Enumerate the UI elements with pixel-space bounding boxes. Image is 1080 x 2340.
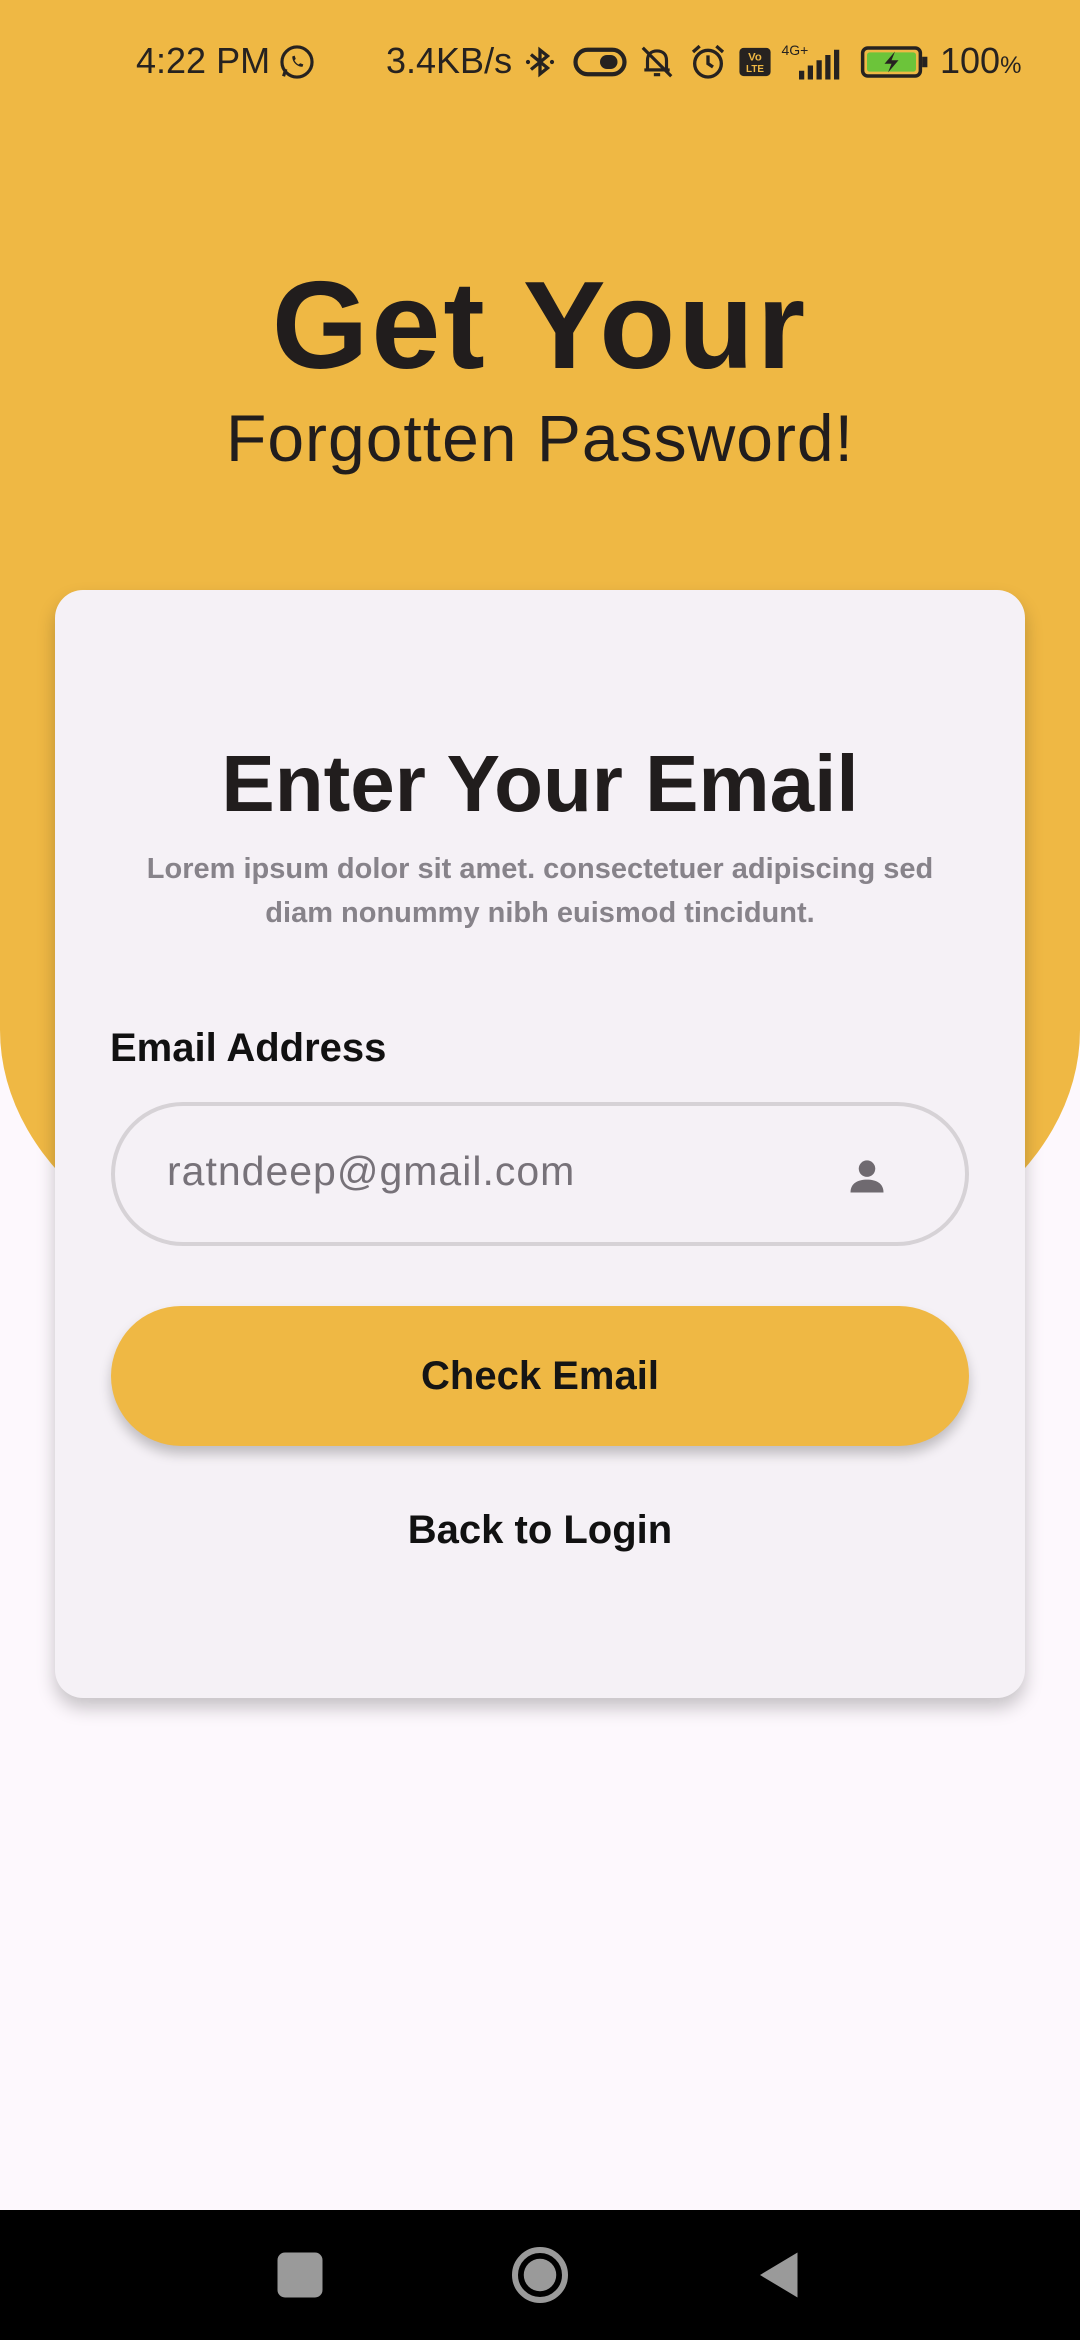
toggle-icon [573, 47, 627, 77]
whatsapp-icon [280, 45, 314, 79]
hero-title: Get Your [271, 257, 809, 395]
status-time: 4:22 PM [136, 40, 271, 81]
back-to-login-link[interactable]: Back to Login [55, 1508, 1025, 1553]
check-email-button[interactable]: Check Email [111, 1306, 969, 1446]
email-value[interactable]: ratndeep@gmail.com [167, 1148, 575, 1195]
network-speed: 3.4KB/s [386, 40, 513, 81]
recents-button[interactable] [270, 2245, 330, 2305]
signal-4g-icon: 4G+ [782, 42, 840, 80]
email-card: Enter Your Email Lorem ipsum dolor sit a… [55, 590, 1025, 1698]
status-bar: 4:22 PM 3.4KB/s Vo LTE 4G+ 100% [0, 0, 1080, 124]
svg-text:Vo: Vo [748, 52, 762, 64]
hero-subtitle: Forgotten Password! [226, 401, 854, 475]
email-label: Email Address [110, 1026, 387, 1070]
bluetooth-icon [525, 46, 555, 78]
volte-icon: Vo LTE [739, 47, 771, 77]
alarm-icon [691, 44, 725, 79]
screen: 4:22 PM 3.4KB/s Vo LTE 4G+ 100% Get Your… [0, 0, 1080, 2340]
email-field[interactable]: ratndeep@gmail.com [111, 1102, 969, 1246]
card-description: Lorem ipsum dolor sit amet. consectetuer… [146, 853, 934, 929]
svg-text:LTE: LTE [746, 64, 764, 75]
navigation-bar [0, 2210, 1080, 2340]
card-title: Enter Your Email [221, 739, 859, 828]
bell-muted-icon [641, 46, 673, 78]
back-button[interactable] [750, 2245, 810, 2305]
person-icon [850, 1160, 884, 1193]
svg-text:4G+: 4G+ [782, 42, 809, 58]
home-button[interactable] [510, 2245, 570, 2305]
battery-charging-icon [860, 46, 928, 78]
battery-percent: 100% [940, 40, 1022, 81]
